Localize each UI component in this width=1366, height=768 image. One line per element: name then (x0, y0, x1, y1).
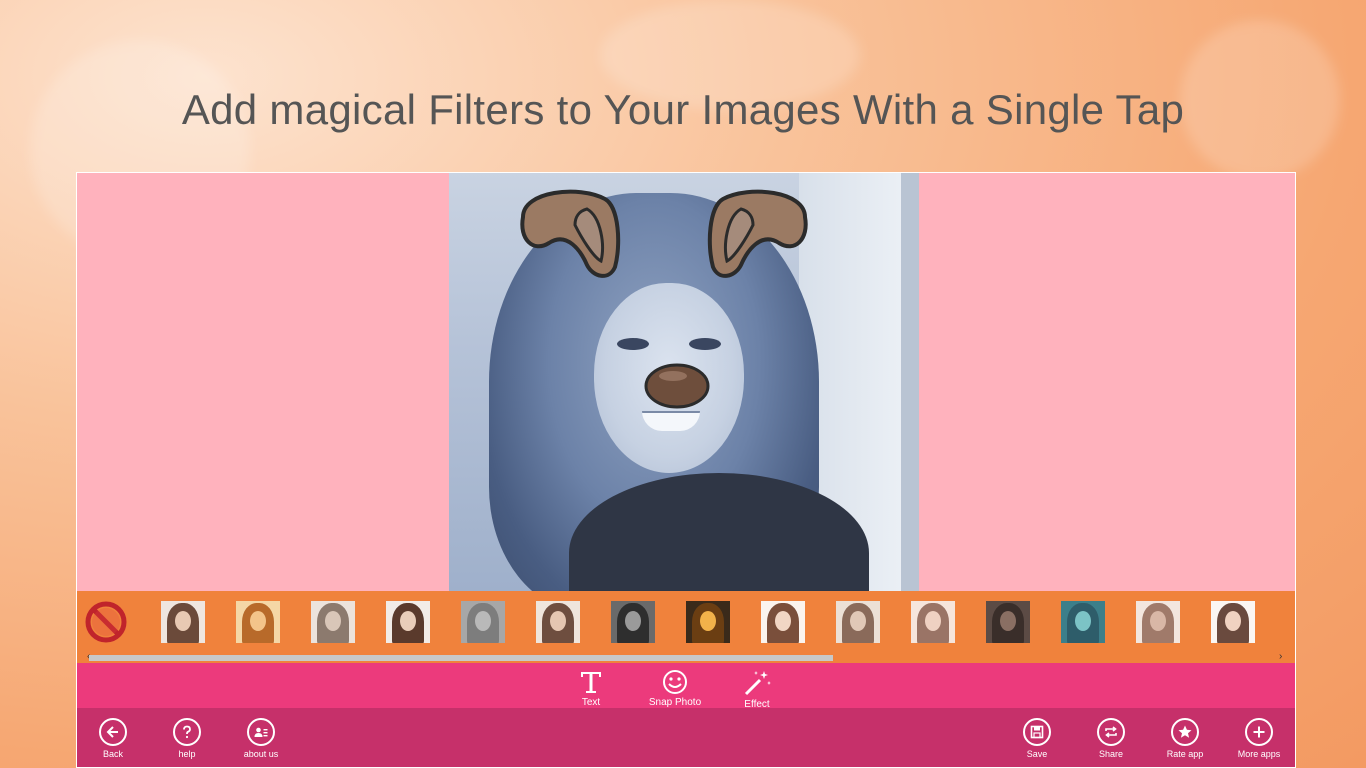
dog-nose-sticker[interactable] (643, 362, 711, 410)
star-icon (1178, 725, 1192, 738)
filter-thumbnail-light[interactable] (1211, 601, 1255, 643)
magic-wand-icon (744, 671, 771, 696)
filter-thumbnail-soft[interactable] (536, 601, 580, 643)
filter-thumbnail-vivid[interactable] (386, 601, 430, 643)
more-apps-label: More apps (1237, 749, 1281, 759)
photo-background-edge (901, 173, 919, 591)
filter-thumbnail-sketch[interactable] (611, 601, 655, 643)
filter-thumbnail-golden[interactable] (686, 601, 730, 643)
thumbnail-face (400, 611, 416, 631)
thumbnail-face (1150, 611, 1166, 631)
filter-scrollbar[interactable]: ‹ › (77, 651, 1295, 663)
rate-app-button[interactable]: Rate app (1155, 718, 1215, 759)
back-label: Back (102, 749, 123, 759)
text-icon (581, 672, 601, 693)
about-us-button[interactable]: about us (231, 718, 291, 759)
help-button[interactable]: help (157, 718, 217, 759)
filter-thumbnail-faded[interactable] (311, 601, 355, 643)
thumbnail-face (550, 611, 566, 631)
page-headline: Add magical Filters to Your Images With … (181, 86, 1185, 133)
thumbnail-face (625, 611, 641, 631)
about-us-label: about us (243, 749, 279, 759)
dog-ear-right-sticker[interactable] (701, 181, 819, 281)
save-label: Save (1026, 749, 1048, 759)
dog-ear-left-sticker[interactable] (509, 181, 627, 281)
editor-canvas (77, 173, 1295, 591)
thumbnail-face (250, 611, 266, 631)
filter-thumbnail-teal[interactable] (1061, 601, 1105, 643)
filter-thumbnail-warm[interactable] (236, 601, 280, 643)
bottom-app-bar: Back help about us Save Share Rate app M… (77, 708, 1295, 767)
smiley-icon (663, 670, 687, 694)
back-arrow-icon (106, 726, 118, 738)
thumbnail-face (700, 611, 716, 631)
photo-eye-right (689, 338, 721, 350)
thumbnail-face (850, 611, 866, 631)
save-icon (1030, 725, 1044, 739)
tool-bar: Text Snap Photo Effect (77, 663, 1295, 710)
scroll-right-arrow[interactable]: › (1279, 651, 1282, 662)
edited-photo[interactable] (449, 173, 919, 591)
filter-thumbnail-emboss[interactable] (461, 601, 505, 643)
share-button[interactable]: Share (1081, 718, 1141, 759)
share-label: Share (1098, 749, 1124, 759)
snap-photo-button[interactable]: Snap Photo (635, 663, 715, 708)
text-tool-label: Text (581, 697, 601, 708)
filter-thumbnail-pastel[interactable] (911, 601, 955, 643)
filter-strip (77, 591, 1295, 653)
photo-eye-left (617, 338, 649, 350)
filter-thumbnail-cutout[interactable] (1136, 601, 1180, 643)
filter-thumbnail-mirror[interactable] (836, 601, 880, 643)
app-window: ‹ › Text Snap Photo (76, 172, 1296, 768)
effect-button[interactable]: Effect (717, 663, 797, 710)
filter-thumbnail-original[interactable] (161, 601, 205, 643)
text-tool-button[interactable]: Text (551, 663, 631, 708)
thumbnail-face (475, 611, 491, 631)
thumbnail-face (775, 611, 791, 631)
help-label: help (178, 749, 196, 759)
thumbnail-face (1225, 611, 1241, 631)
more-apps-button[interactable]: More apps (1229, 718, 1289, 759)
thumbnail-face (1075, 611, 1091, 631)
share-icon (1105, 726, 1117, 738)
thumbnail-face (925, 611, 941, 631)
snap-photo-label: Snap Photo (648, 697, 702, 708)
thumbnail-face (175, 611, 191, 631)
thumbnail-face (325, 611, 341, 631)
thumbnail-face (1000, 611, 1016, 631)
rate-app-label: Rate app (1166, 749, 1204, 759)
filter-thumbnail-dark[interactable] (986, 601, 1030, 643)
no-filter-icon[interactable] (85, 601, 127, 643)
question-icon (183, 725, 191, 739)
back-button[interactable]: Back (83, 718, 143, 759)
scroll-thumb[interactable] (89, 655, 833, 661)
filter-thumbnail-bright[interactable] (761, 601, 805, 643)
contact-icon (254, 727, 268, 737)
save-button[interactable]: Save (1007, 718, 1067, 759)
plus-icon (1253, 726, 1265, 738)
